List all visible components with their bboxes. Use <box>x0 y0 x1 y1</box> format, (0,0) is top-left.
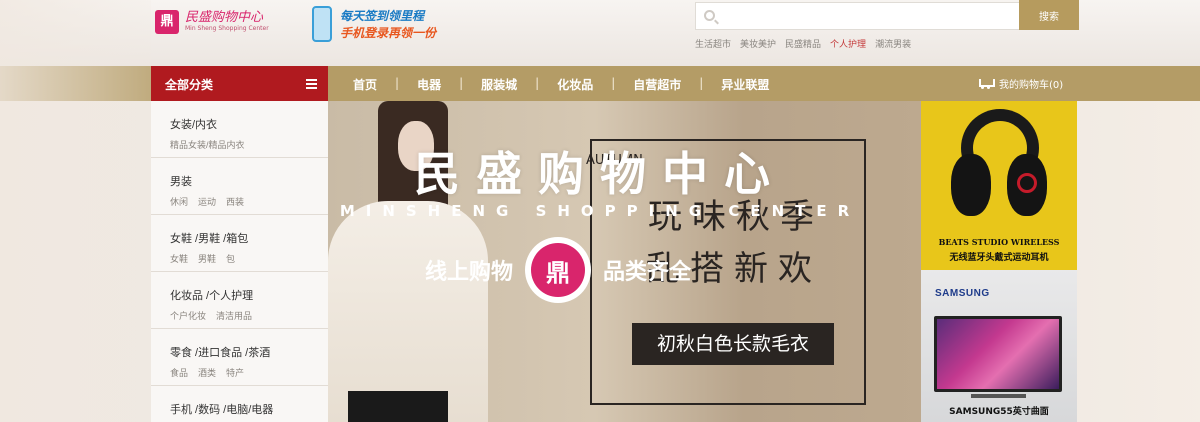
subcategory-link[interactable]: 清洁用品 <box>216 309 252 322</box>
headphone-ad-subtitle: 无线蓝牙头戴式运动耳机 <box>949 253 1049 263</box>
main-nav: 全部分类 首页 | 电器 | 服装城 | 化妆品 | 自营超市 | 异业联盟 我… <box>0 66 1200 101</box>
search-icon <box>704 10 715 21</box>
hotword-link[interactable]: 民盛精品 <box>785 37 821 50</box>
subcategory-link[interactable]: 包 <box>226 252 235 265</box>
menu-icon <box>306 79 317 89</box>
tv-ad[interactable]: SAMSUNG SAMSUNG55英寸曲面 <box>921 270 1077 422</box>
nav-link-clothing[interactable]: 服装城 <box>481 76 517 93</box>
headphone-ad-title: BEATS STUDIO WIRELESS <box>938 237 1060 247</box>
category-title: 手机 /数码 /电脑/电器 <box>170 404 274 416</box>
logo-mark-icon: 鼎 <box>155 10 179 34</box>
logo-en-text: Min Sheng Shopping Center <box>185 25 269 32</box>
nav-separator: | <box>699 76 704 90</box>
category-title: 女鞋 /男鞋 /箱包 <box>170 233 249 245</box>
phone-icon <box>312 6 332 42</box>
tv-ad-brand: SAMSUNG <box>935 288 990 299</box>
top-header: 鼎 民盛购物中心 Min Sheng Shopping Center 每天签到领… <box>0 0 1200 66</box>
category-item[interactable]: 零食 /进口食品 /茶酒 食品 酒类 特产 <box>151 329 328 386</box>
category-title: 零食 /进口食品 /茶酒 <box>170 347 271 359</box>
category-item[interactable]: 手机 /数码 /电脑/电器 <box>151 386 328 422</box>
subcategory-link[interactable]: 女鞋 <box>170 252 188 265</box>
product-tag: 初秋白色长款毛衣 <box>632 323 834 365</box>
tagline-left: 线上购物 <box>425 260 514 285</box>
logo-cn-text: 民盛购物中心 <box>185 10 264 25</box>
nav-separator: | <box>535 76 540 90</box>
subcategory-link[interactable]: 个户化妆 <box>170 309 206 322</box>
cart-label: 我的购物车(0) <box>999 80 1064 91</box>
site-logo[interactable]: 鼎 民盛购物中心 Min Sheng Shopping Center <box>155 10 269 34</box>
brand-logo-glyph: 鼎 <box>531 243 586 297</box>
promo-line-2: 手机登录再领一份 <box>340 24 436 41</box>
subcategory-link[interactable]: 食品 <box>170 366 188 379</box>
tv-stand <box>971 394 1026 398</box>
hotword-link[interactable]: 美妆美护 <box>740 37 776 50</box>
category-item[interactable]: 化妆品 /个人护理 个户化妆 清洁用品 <box>151 272 328 329</box>
cart-link[interactable]: 我的购物车(0) <box>977 76 1063 91</box>
nav-link-cosmetics[interactable]: 化妆品 <box>557 76 593 93</box>
tagline-right: 品类齐全 <box>603 260 692 285</box>
hotword-link-active[interactable]: 个人护理 <box>830 37 866 50</box>
all-categories-label: 全部分类 <box>165 78 214 92</box>
nav-separator: | <box>459 76 464 90</box>
promo-line-1: 每天签到领里程 <box>340 9 425 23</box>
tv-icon <box>934 316 1062 392</box>
promo-line-2a: 手机登录 <box>340 26 389 40</box>
hotword-link[interactable]: 潮流男装 <box>875 37 911 50</box>
nav-links: 首页 | 电器 | 服装城 | 化妆品 | 自营超市 | 异业联盟 <box>353 76 769 93</box>
nav-link-alliance[interactable]: 异业联盟 <box>721 76 769 93</box>
hotword-link[interactable]: 生活超市 <box>695 37 731 50</box>
hot-search-words: 生活超市 美妆美护 民盛精品 个人护理 潮流男装 <box>695 37 911 50</box>
banner-tagline: 线上购物 鼎 品类齐全 <box>425 237 691 303</box>
category-item[interactable]: 女鞋 /男鞋 /箱包 女鞋 男鞋 包 <box>151 215 328 272</box>
nav-link-home[interactable]: 首页 <box>353 76 377 93</box>
tv-ad-caption: SAMSUNG55英寸曲面 <box>949 407 1049 417</box>
subcategory-link[interactable]: 男鞋 <box>198 252 216 265</box>
promo-line-2b: 再领一份 <box>388 26 437 40</box>
search-box <box>695 2 1020 30</box>
brand-logo-icon: 鼎 <box>525 237 592 303</box>
banner-title-cn: 民盛购物中心 <box>414 147 786 201</box>
subcategory-link[interactable]: 酒类 <box>198 366 216 379</box>
cart-icon <box>977 78 995 89</box>
nav-link-appliances[interactable]: 电器 <box>417 76 441 93</box>
banner-title-en: MINSHENG SHOPPING CENTER <box>339 202 861 220</box>
search-input[interactable] <box>722 3 1012 29</box>
category-title: 化妆品 /个人护理 <box>170 290 254 302</box>
subcategory-link[interactable]: 特产 <box>226 366 244 379</box>
all-categories-button[interactable]: 全部分类 <box>151 66 328 101</box>
category-title: 女装/内衣 <box>170 119 218 131</box>
nav-link-supermarket[interactable]: 自营超市 <box>633 76 681 93</box>
nav-separator: | <box>395 76 400 90</box>
signin-promo[interactable]: 每天签到领里程 手机登录再领一份 <box>312 2 462 48</box>
search-button[interactable]: 搜索 <box>1019 0 1079 30</box>
nav-separator: | <box>611 76 616 90</box>
